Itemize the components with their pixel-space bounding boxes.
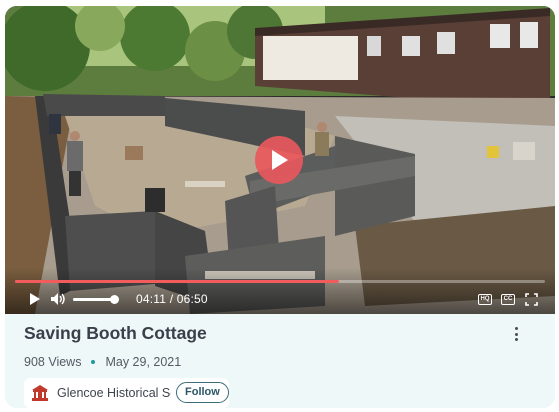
player-controls: 04:11 / 06:50 HQ CC <box>5 288 555 310</box>
duration: 06:50 <box>176 292 208 306</box>
fullscreen-button[interactable] <box>523 288 539 310</box>
view-count: 908 Views <box>24 355 82 369</box>
meta-separator <box>91 360 96 364</box>
current-time: 04:11 <box>136 292 167 306</box>
fullscreen-icon <box>524 292 538 306</box>
quality-button[interactable]: HQ <box>477 288 493 310</box>
play-icon <box>272 150 288 170</box>
big-play-button[interactable] <box>255 136 303 184</box>
play-button[interactable] <box>27 288 43 310</box>
volume-button[interactable] <box>49 288 67 310</box>
more-options-button[interactable] <box>509 324 525 344</box>
video-title: Saving Booth Cottage <box>24 323 207 343</box>
time-display: 04:11 / 06:50 <box>136 290 208 308</box>
video-meta: 908 Views May 29, 2021 <box>24 355 181 369</box>
captions-button[interactable]: CC <box>500 288 516 310</box>
progress-bar[interactable] <box>15 280 545 283</box>
follow-button[interactable]: Follow <box>176 382 229 403</box>
volume-knob[interactable] <box>109 295 119 304</box>
channel-bar: Glencoe Historical Society Follow <box>24 378 229 408</box>
cc-icon: CC <box>501 293 515 305</box>
play-icon <box>30 293 40 305</box>
hq-icon: HQ <box>478 293 492 305</box>
volume-icon <box>51 293 65 305</box>
video-card: 04:11 / 06:50 HQ CC Saving Booth Cottage <box>5 6 555 408</box>
video-player[interactable]: 04:11 / 06:50 HQ CC <box>5 6 555 314</box>
progress-fill <box>15 280 340 283</box>
time-separator: / <box>169 292 177 306</box>
publish-date: May 29, 2021 <box>105 355 182 369</box>
channel-name[interactable]: Glencoe Historical Society <box>57 386 171 400</box>
historical-society-logo-icon[interactable] <box>31 384 49 402</box>
volume-fill <box>73 298 115 301</box>
